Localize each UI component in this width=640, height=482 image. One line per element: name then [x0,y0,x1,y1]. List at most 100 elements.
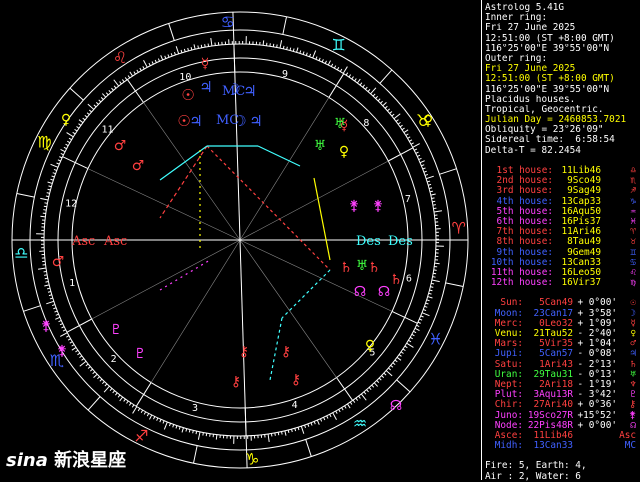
degree-tick [158,59,159,62]
house-number: 7 [405,194,411,205]
degree-tick [334,66,335,69]
degree-tick [283,46,284,49]
planet-icon: ♇ [110,322,123,338]
degree-tick [133,407,137,414]
degree-tick [425,174,428,175]
degree-tick [171,53,172,56]
planet-icon: ☿ [201,56,210,72]
degree-tick [416,152,419,153]
house-cusp-line [240,161,388,240]
degree-tick [313,51,316,58]
degree-tick [396,120,398,122]
planet-icon: ☊ [378,284,390,300]
degree-tick [179,427,180,430]
degree-tick [97,377,99,379]
degree-tick [115,393,117,395]
degree-tick [174,52,175,55]
watermark-text: 新浪星座 [54,450,126,471]
planet-latitude [573,431,617,441]
degree-tick [406,134,409,136]
planet-icon: ⚵ [41,318,51,334]
degree-tick [48,182,53,183]
degree-tick [385,106,387,108]
degree-tick [173,424,174,427]
degree-tick [278,432,279,435]
degree-tick [52,305,55,306]
degree-tick [361,394,366,400]
planet-latitude [573,441,617,451]
degree-tick [137,70,139,73]
sign-icon: ♉ [630,237,636,247]
degree-tick [69,138,72,140]
planet-icon: ♃ [243,82,256,100]
degree-tick [111,88,113,90]
inner-time: 12:51:00 (ST +8:00 GMT) [485,34,640,44]
degree-tick [374,383,377,387]
degree-tick [422,313,429,316]
aspect-line [282,270,330,318]
degree-tick [118,395,120,397]
sign-boundary [17,193,35,197]
degree-tick [353,400,355,402]
degree-tick [393,363,395,365]
degree-tick [114,86,116,88]
house-value: 8Tau49 [553,237,601,247]
degree-tick [52,176,55,177]
house-cusp-line [88,169,240,240]
degree-tick [198,46,199,49]
degree-tick [426,303,429,304]
degree-tick [426,176,434,179]
outer-time: 12:51:00 (ST +8:00 GMT) [485,74,640,84]
degree-tick [419,319,422,320]
planet-position-list: Sun:5Can49+ 0°00'☉Moon:23Can17+ 3°58'☽Me… [485,298,640,451]
degree-tick [50,179,53,180]
planet-icon: ☊ [354,284,366,300]
house-number: 11 [102,125,114,136]
degree-tick [168,55,169,58]
degree-tick [428,297,433,298]
house-number: 6 [406,274,412,285]
degree-tick [347,404,350,408]
degree-tick [290,48,291,51]
degree-tick [429,188,432,189]
sign-boundary [23,306,40,312]
sina-logo: sina [6,450,48,471]
degree-tick [89,110,91,112]
planet-icon: ♀ [339,144,349,160]
degree-tick [66,144,69,145]
degree-tick [64,147,67,148]
zodiac-sign-icon: ♋ [220,12,234,31]
julian-day: Julian Day = 2460853.7021 [485,115,640,125]
outer-location: 116°25'00"E 39°55'00"N [485,85,640,95]
planet-latitude: + 0°00' [573,421,617,431]
degree-tick [48,186,51,187]
sina-watermark: sina 新浪星座 [6,446,126,472]
degree-tick [53,173,56,174]
degree-tick [75,129,77,131]
degree-tick [61,153,64,154]
degree-tick [127,401,129,403]
house-cusp-outer [127,80,143,103]
sign-boundary [88,397,100,410]
degree-tick [432,198,435,199]
zodiac-sign-icon: ♍ [37,132,51,151]
degree-tick [310,54,311,57]
degree-tick [413,331,416,332]
asc-label: Asc [71,234,95,249]
degree-tick [40,198,48,200]
degree-tick [104,386,109,392]
degree-tick [392,114,394,116]
degree-tick [282,432,283,435]
degree-tick [51,164,58,167]
degree-tick [72,347,76,350]
planet-icon: ♃ [249,112,262,130]
degree-tick [404,130,408,133]
degree-tick [277,45,278,48]
degree-tick [324,417,325,420]
degree-tick [280,40,282,48]
degree-tick [293,48,294,51]
planet-icon: ⚷ [231,374,241,390]
planet-icon: ♂ [114,138,127,154]
degree-tick [134,72,136,75]
planet-name: Chir: [485,400,523,410]
